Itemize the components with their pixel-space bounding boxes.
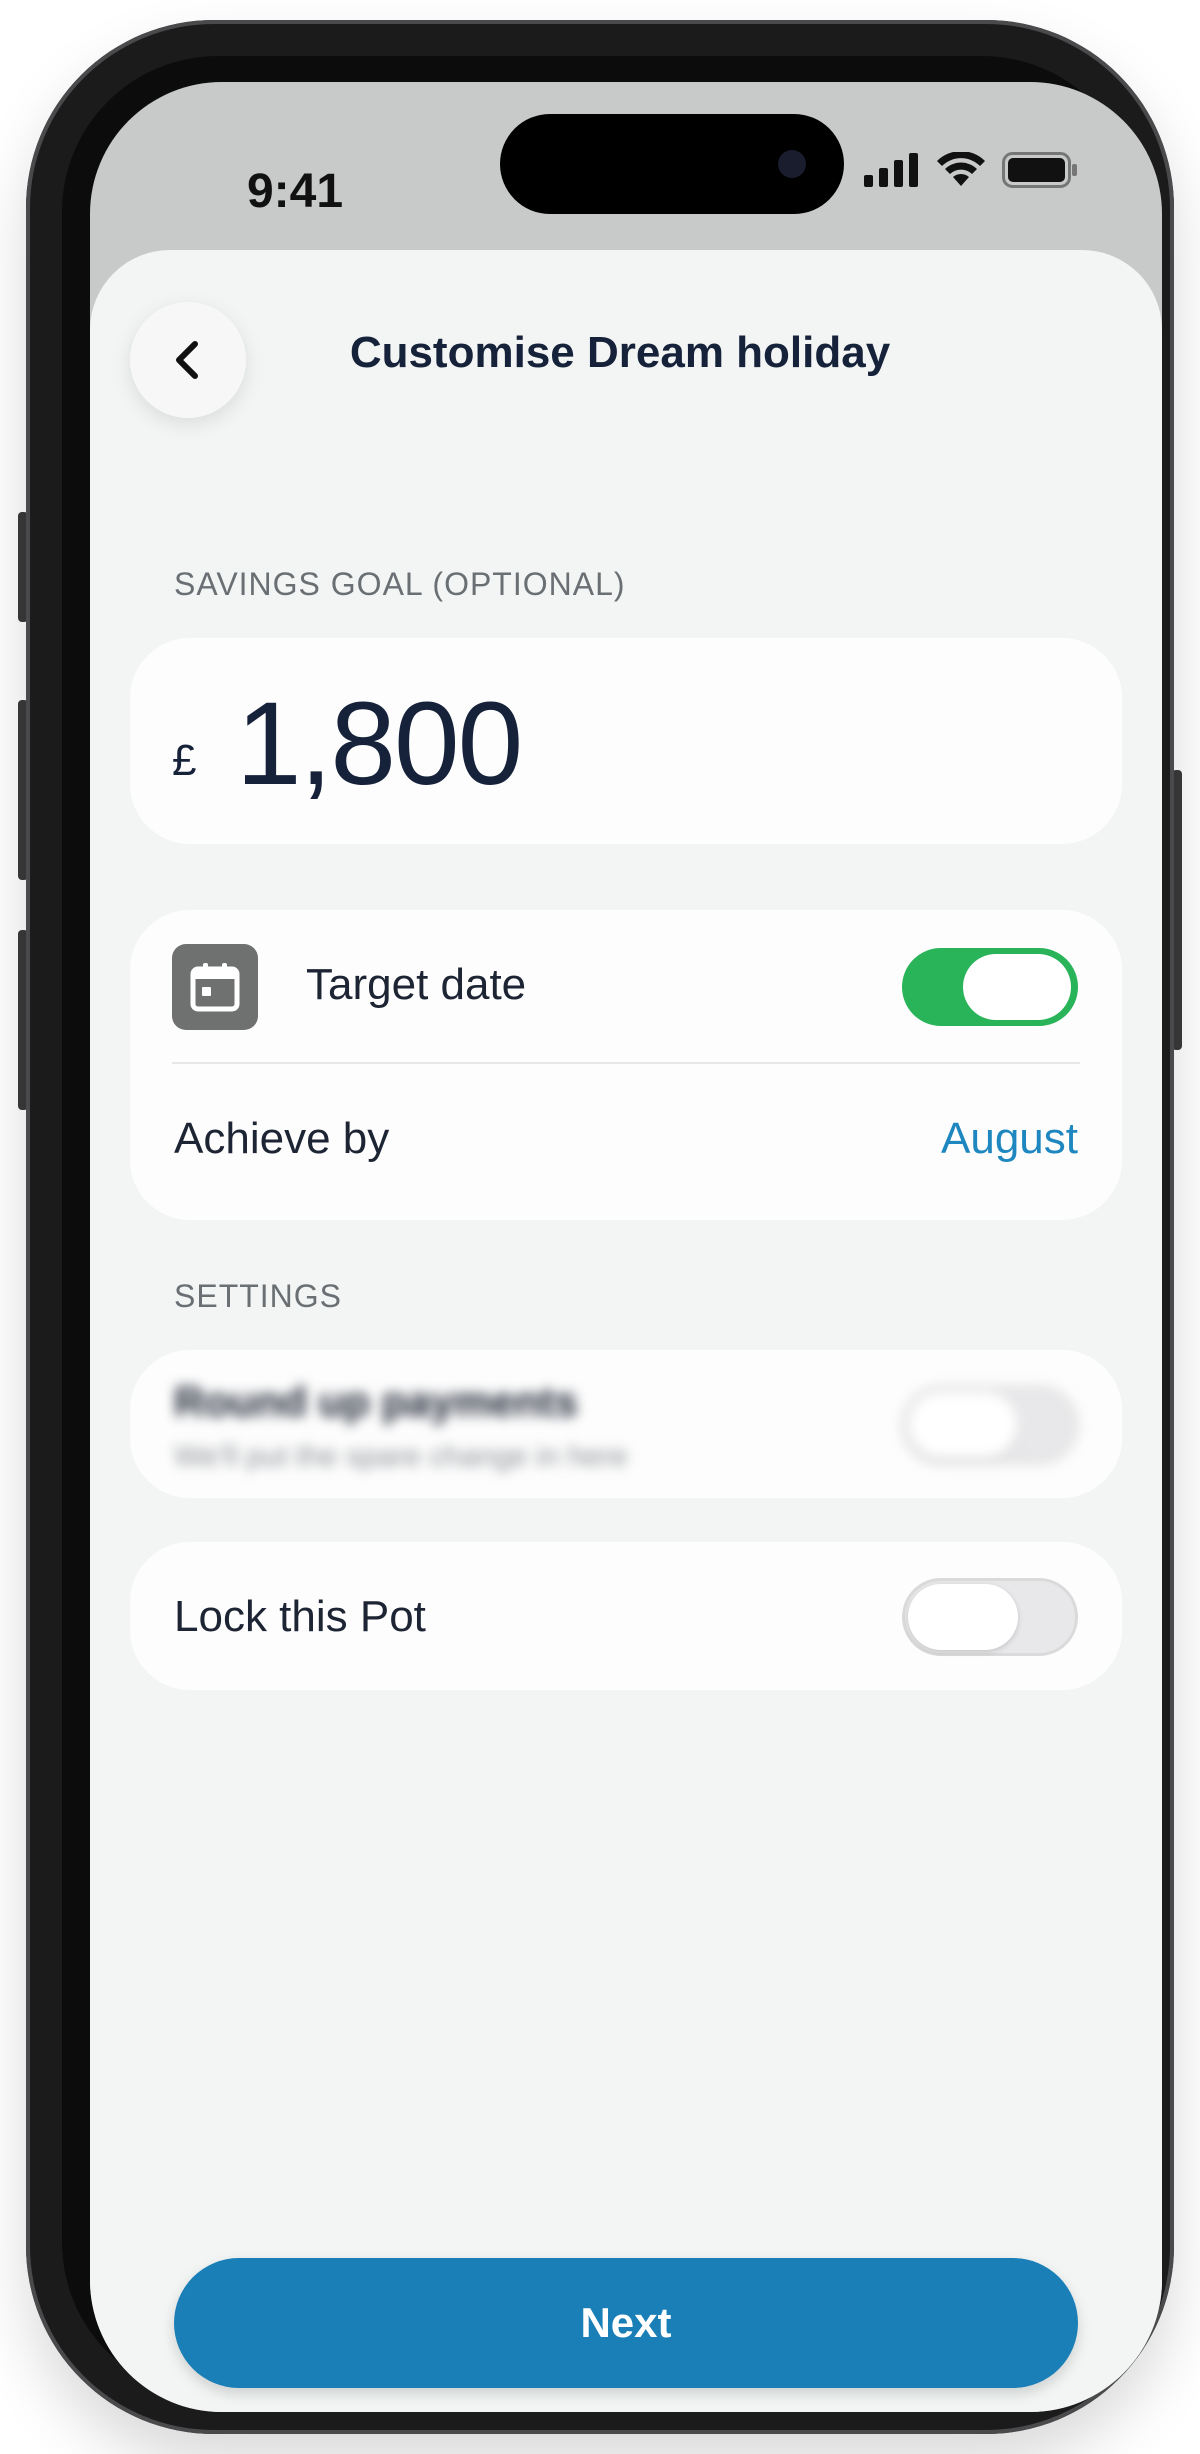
- divider: [172, 1062, 1080, 1064]
- wifi-icon: [937, 152, 985, 186]
- toggle-knob: [963, 954, 1071, 1020]
- phone-frame: 9:41 Customise Dream holiday SAVINGS GOA…: [26, 20, 1174, 2434]
- savings-goal-input[interactable]: £ 1,800: [130, 638, 1122, 844]
- target-date-label: Target date: [306, 960, 527, 1009]
- target-date-card: Target date Achieve by August: [130, 910, 1122, 1220]
- savings-goal-label: SAVINGS GOAL (OPTIONAL): [174, 566, 626, 602]
- camera-icon: [778, 150, 806, 178]
- back-button[interactable]: [130, 302, 246, 418]
- round-up-card: Round up payments We'll put the spare ch…: [130, 1350, 1122, 1498]
- battery-icon: [1002, 152, 1077, 188]
- toggle-knob: [908, 1392, 1018, 1458]
- round-up-toggle[interactable]: [902, 1386, 1078, 1464]
- settings-label: SETTINGS: [174, 1278, 343, 1314]
- currency-symbol: £: [172, 736, 197, 785]
- screen: 9:41 Customise Dream holiday SAVINGS GOA…: [90, 82, 1162, 2412]
- achieve-by-label: Achieve by: [174, 1114, 390, 1163]
- round-up-title: Round up payments: [174, 1378, 578, 1425]
- achieve-by-value[interactable]: August: [941, 1114, 1078, 1164]
- next-button[interactable]: Next: [174, 2258, 1078, 2388]
- lock-pot-card: Lock this Pot: [130, 1542, 1122, 1690]
- status-icons: [864, 152, 1078, 188]
- lock-pot-label: Lock this Pot: [174, 1592, 426, 1641]
- signal-icon: [864, 153, 918, 187]
- toggle-knob: [908, 1584, 1018, 1650]
- chevron-left-icon: [176, 341, 198, 379]
- target-date-toggle[interactable]: [902, 948, 1078, 1026]
- round-up-subtitle: We'll put the spare change in here: [174, 1440, 628, 1473]
- goal-amount: 1,800: [236, 678, 523, 810]
- customise-sheet: Customise Dream holiday SAVINGS GOAL (OP…: [90, 250, 1162, 2412]
- lock-pot-toggle[interactable]: [902, 1578, 1078, 1656]
- page-title: Customise Dream holiday: [349, 328, 891, 377]
- calendar-icon: [172, 944, 258, 1030]
- dynamic-island: [500, 114, 844, 214]
- status-time: 9:41: [246, 165, 344, 218]
